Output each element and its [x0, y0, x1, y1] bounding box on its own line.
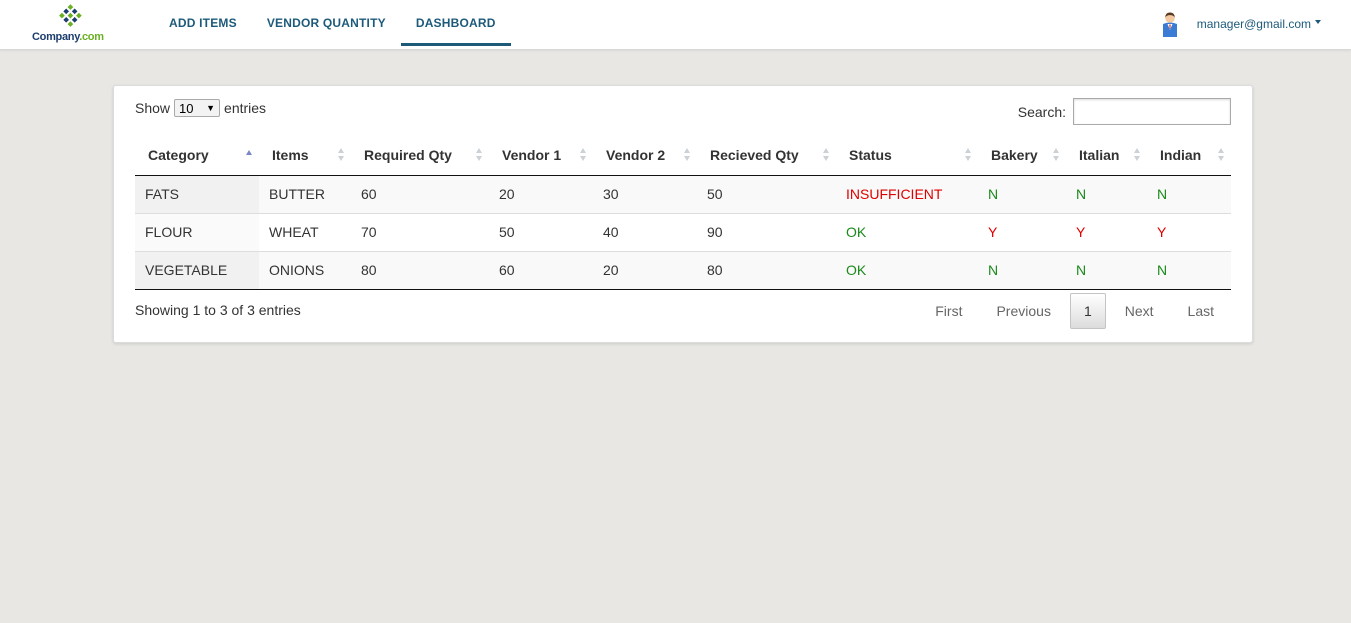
- cell-vendor-1: 20: [489, 175, 593, 213]
- cell-indian: N: [1147, 175, 1231, 213]
- cell-item: WHEAT: [259, 212, 351, 251]
- page-length-select[interactable]: 10 ▼: [174, 99, 221, 117]
- sort-arrows-icon: [338, 148, 345, 163]
- col-header-required-qty[interactable]: Required Qty: [351, 135, 489, 176]
- top-navbar: Company.com ADD ITEMS VENDOR QUANTITY DA…: [0, 0, 1351, 50]
- user-menu[interactable]: manager@gmail.com: [1157, 10, 1321, 38]
- col-label: Bakery: [991, 146, 1038, 163]
- cell-received-qty: 50: [697, 175, 836, 213]
- col-label: Required Qty: [364, 146, 452, 163]
- pagination-last-button[interactable]: Last: [1171, 293, 1231, 329]
- entries-label: entries: [224, 100, 267, 116]
- user-email[interactable]: manager@gmail.com: [1197, 17, 1311, 31]
- sort-arrows-icon: [1134, 148, 1141, 163]
- pagination: First Previous 1 Next Last: [918, 293, 1231, 329]
- col-header-bakery[interactable]: Bakery: [978, 135, 1066, 176]
- col-label: Items: [272, 146, 309, 163]
- page-length-value: 10: [179, 100, 194, 116]
- col-label: Category: [148, 146, 209, 163]
- show-label: Show: [135, 100, 171, 116]
- cell-vendor-2: 20: [593, 250, 697, 290]
- col-header-status[interactable]: Status: [836, 135, 978, 176]
- pagination-page-button[interactable]: 1: [1069, 293, 1106, 329]
- col-header-vendor-2[interactable]: Vendor 2: [593, 135, 697, 176]
- cell-status: INSUFFICIENT: [836, 175, 978, 213]
- cell-italian: N: [1066, 175, 1147, 213]
- table-row: FLOUR WHEAT 70 50 40 90 OK Y Y Y: [135, 212, 1231, 251]
- cell-category: FATS: [135, 175, 259, 213]
- cell-vendor-1: 50: [489, 212, 593, 251]
- cell-received-qty: 80: [697, 250, 836, 290]
- table-row: FATS BUTTER 60 20 30 50 INSUFFICIENT N N…: [135, 175, 1231, 213]
- cell-status: OK: [836, 212, 978, 251]
- diamond-grid-logo-icon: [59, 4, 82, 27]
- cell-bakery: N: [978, 175, 1066, 213]
- pagination-next-button[interactable]: Next: [1108, 293, 1171, 329]
- sort-arrows-icon: [965, 148, 972, 163]
- page-length-control: Show 10 ▼ entries: [135, 99, 266, 117]
- cell-category: FLOUR: [135, 212, 259, 251]
- sort-asc-icon: [246, 148, 253, 163]
- cell-indian: N: [1147, 250, 1231, 290]
- cell-vendor-2: 30: [593, 175, 697, 213]
- sort-arrows-icon: [1218, 148, 1225, 163]
- cell-received-qty: 90: [697, 212, 836, 251]
- col-header-category[interactable]: Category: [135, 135, 259, 176]
- cell-bakery: N: [978, 250, 1066, 290]
- col-label: Indian: [1160, 146, 1202, 163]
- cell-item: BUTTER: [259, 175, 351, 213]
- logo-suffix: .com: [79, 31, 104, 43]
- table-row: VEGETABLE ONIONS 80 60 20 80 OK N N N: [135, 250, 1231, 290]
- dashboard-table-card: Show 10 ▼ entries Search: Category Items …: [113, 85, 1253, 343]
- sort-arrows-icon: [476, 148, 483, 163]
- cell-category: VEGETABLE: [135, 250, 259, 290]
- col-label: Italian: [1079, 146, 1120, 163]
- sort-arrows-icon: [684, 148, 691, 163]
- cell-bakery: Y: [978, 212, 1066, 251]
- cell-italian: Y: [1066, 212, 1147, 251]
- col-header-items[interactable]: Items: [259, 135, 351, 176]
- table-header-row: Category Items Required Qty Vendor 1 Ven…: [135, 135, 1231, 176]
- table-info: Showing 1 to 3 of 3 entries: [135, 302, 301, 318]
- main-nav: ADD ITEMS VENDOR QUANTITY DASHBOARD: [154, 0, 511, 50]
- col-header-italian[interactable]: Italian: [1066, 135, 1147, 176]
- cell-required-qty: 70: [351, 212, 489, 251]
- pagination-first-button[interactable]: First: [918, 293, 979, 329]
- company-logo[interactable]: Company.com: [30, 4, 108, 46]
- caret-down-icon[interactable]: [1315, 20, 1321, 24]
- sort-arrows-icon: [580, 148, 587, 163]
- col-header-received-qty[interactable]: Recieved Qty: [697, 135, 836, 176]
- pagination-previous-button[interactable]: Previous: [979, 293, 1067, 329]
- cell-vendor-2: 40: [593, 212, 697, 251]
- cell-required-qty: 60: [351, 175, 489, 213]
- logo-name: Company: [32, 31, 80, 43]
- col-header-indian[interactable]: Indian: [1147, 135, 1231, 176]
- col-label: Status: [849, 146, 892, 163]
- dashboard-table: Category Items Required Qty Vendor 1 Ven…: [135, 135, 1231, 290]
- cell-italian: N: [1066, 250, 1147, 290]
- nav-item-dashboard[interactable]: DASHBOARD: [400, 0, 511, 46]
- nav-item-vendor-quantity[interactable]: VENDOR QUANTITY: [252, 0, 401, 46]
- cell-required-qty: 80: [351, 250, 489, 290]
- sort-arrows-icon: [1053, 148, 1060, 163]
- cell-vendor-1: 60: [489, 250, 593, 290]
- user-avatar-icon: [1162, 12, 1177, 37]
- sort-arrows-icon: [823, 148, 830, 163]
- col-label: Vendor 1: [502, 146, 562, 163]
- logo-wordmark: Company.com: [32, 31, 104, 43]
- col-label: Vendor 2: [606, 146, 666, 163]
- search-input[interactable]: [1073, 98, 1231, 125]
- cell-indian: Y: [1147, 212, 1231, 251]
- search-label: Search:: [1017, 103, 1066, 120]
- col-label: Recieved Qty: [710, 146, 799, 163]
- select-arrow-icon: ▼: [206, 103, 216, 113]
- cell-item: ONIONS: [259, 250, 351, 290]
- table-search: Search:: [1018, 98, 1231, 125]
- nav-item-add-items[interactable]: ADD ITEMS: [154, 0, 252, 46]
- cell-status: OK: [836, 250, 978, 290]
- col-header-vendor-1[interactable]: Vendor 1: [489, 135, 593, 176]
